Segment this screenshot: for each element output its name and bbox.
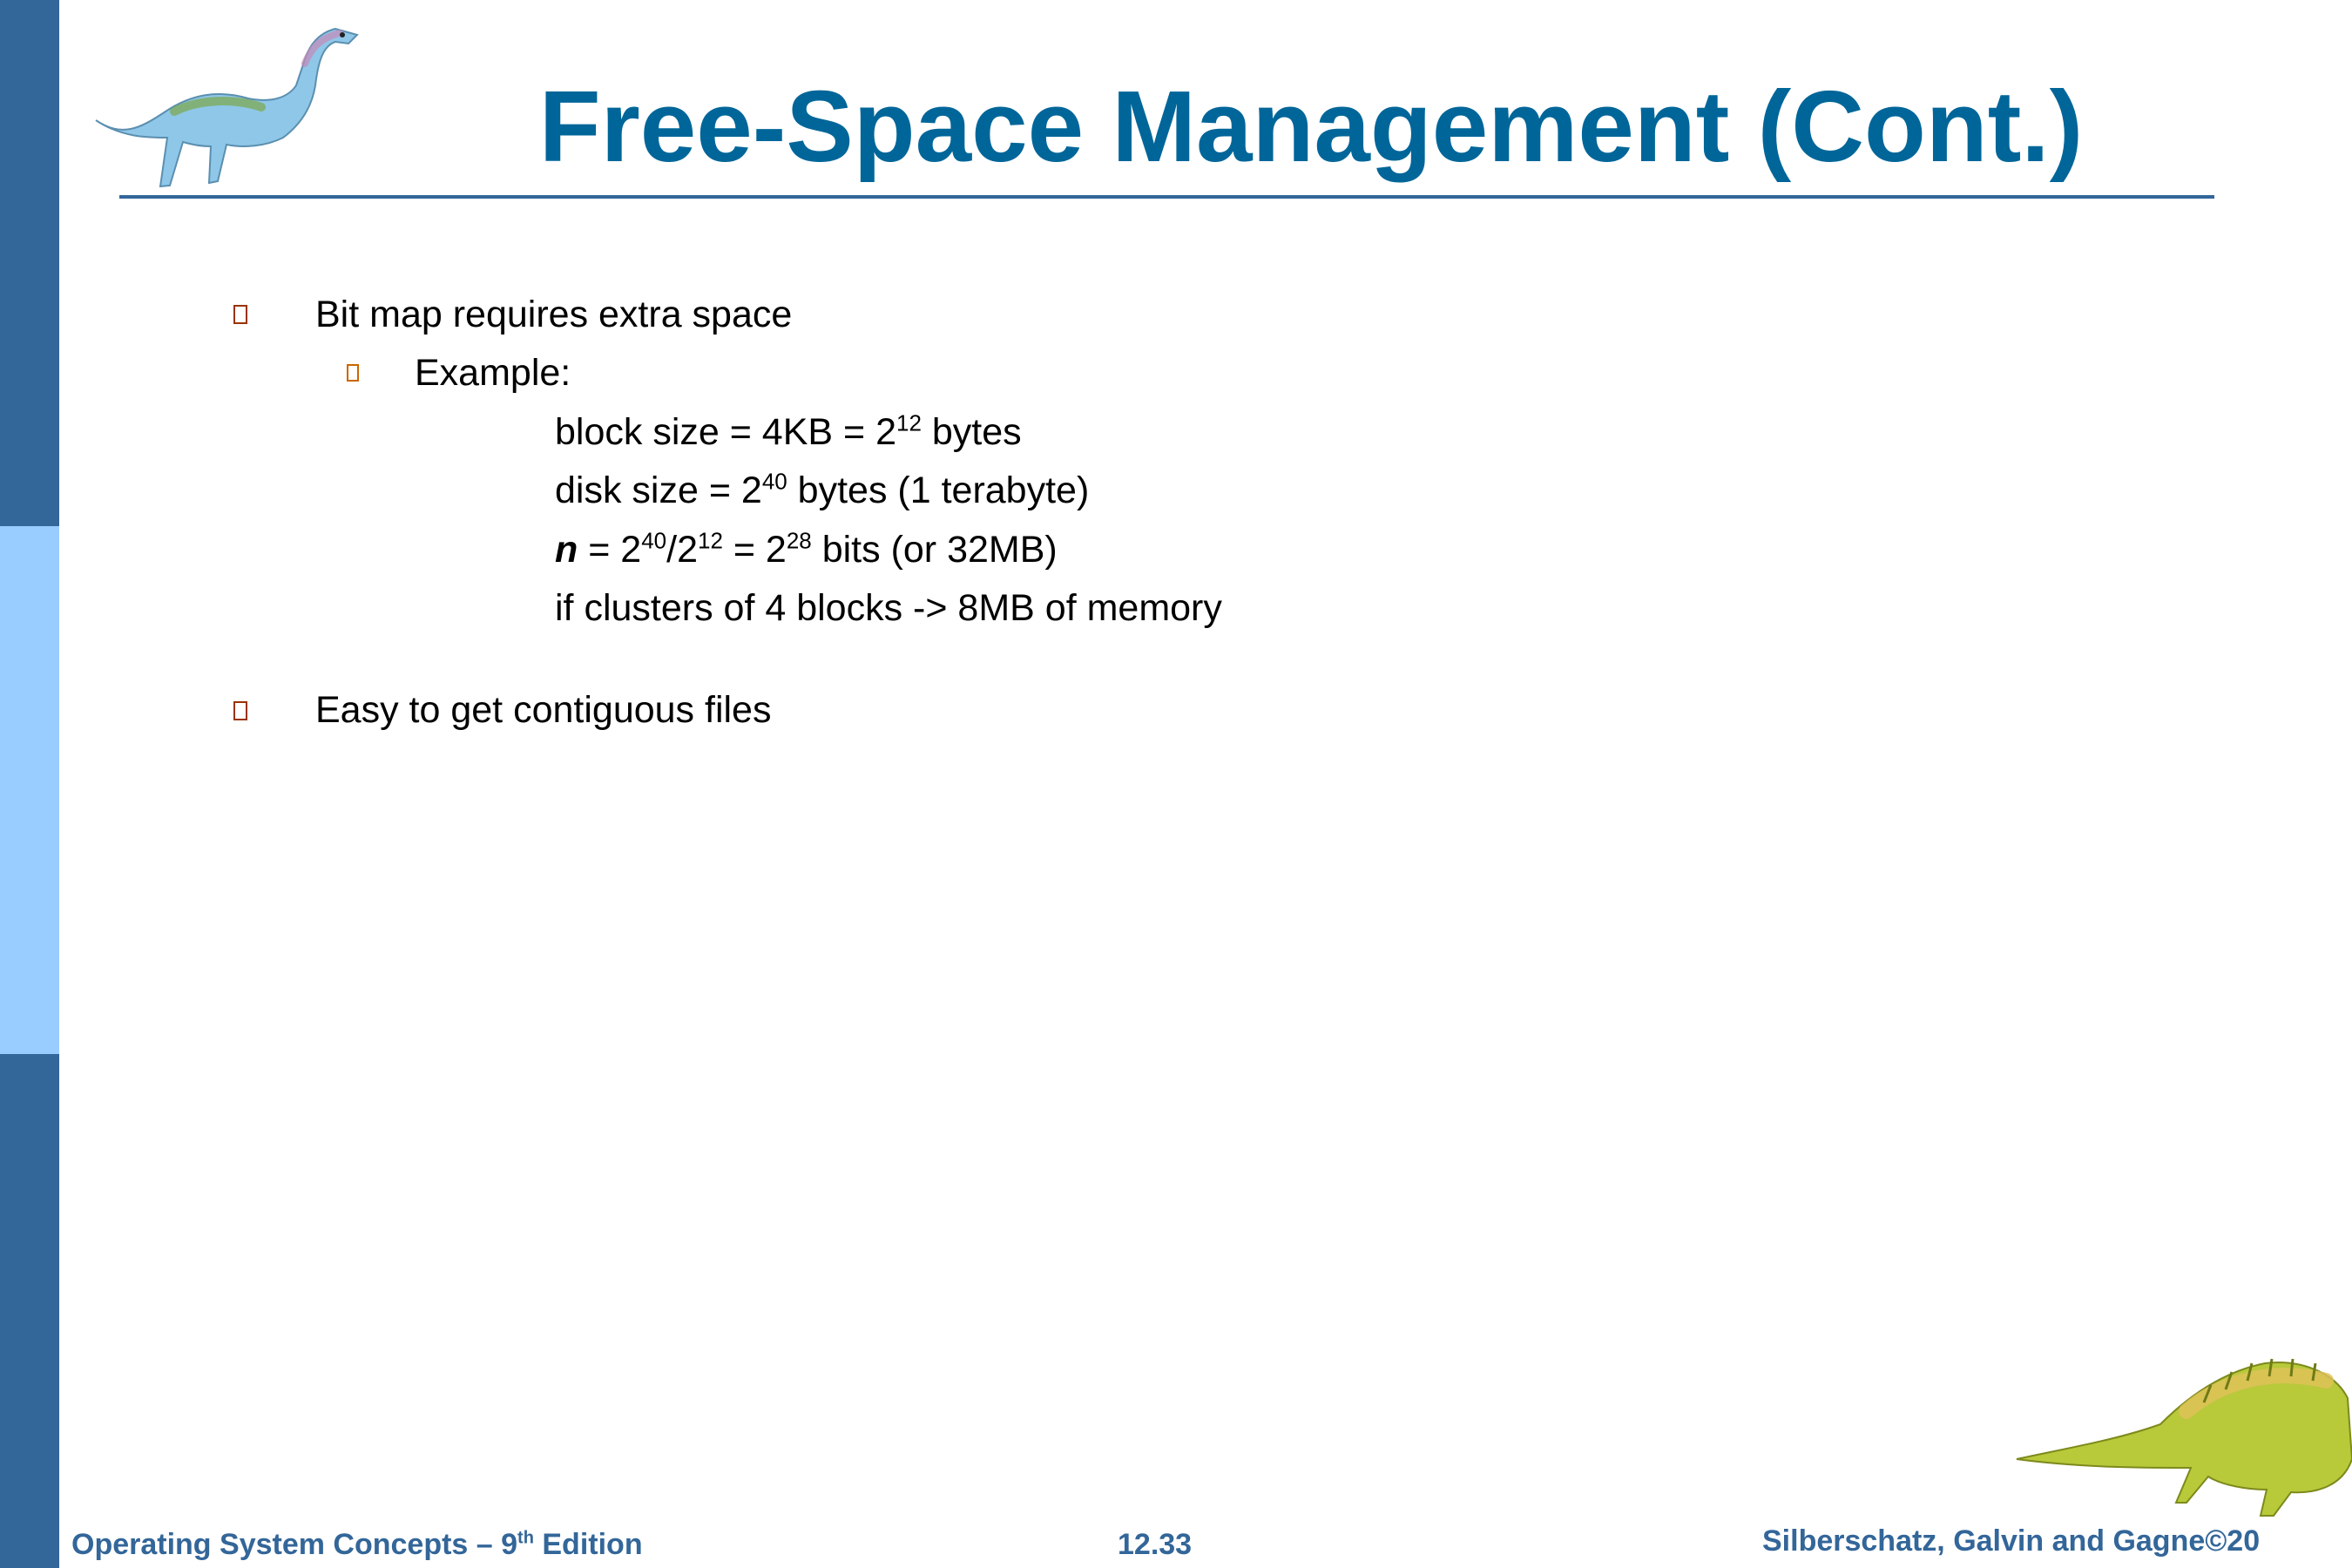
exponent: 28 bbox=[786, 527, 812, 554]
dinosaur-bottom-illustration bbox=[2016, 1358, 2352, 1517]
example-line-clusters: if clusters of 4 blocks -> 8MB of memory bbox=[555, 587, 1222, 629]
example-text: = 2 bbox=[722, 529, 787, 571]
sidebar-band-bottom bbox=[0, 1054, 59, 1568]
footer-book-title: Operating System Concepts – 9th Edition bbox=[71, 1528, 643, 1562]
example-line-disk-size: disk size = 240 bytes (1 terabyte) bbox=[555, 469, 1089, 514]
slide-title: Free-Space Management (Cont.) bbox=[538, 70, 2084, 183]
example-line-block-size: block size = 4KB = 212 bytes bbox=[555, 410, 1022, 456]
exponent: 12 bbox=[698, 527, 723, 554]
sub-bullet-marker bbox=[347, 364, 359, 382]
bullet-item: Bit map requires extra space bbox=[315, 294, 793, 335]
example-text: bytes bbox=[921, 411, 1022, 453]
bullet-item: Easy to get contiguous files bbox=[315, 689, 772, 731]
sidebar-band-middle bbox=[0, 526, 59, 1054]
footer-page-number: 12.33 bbox=[1118, 1528, 1193, 1561]
example-text: /2 bbox=[666, 529, 698, 571]
example-text: bytes (1 terabyte) bbox=[787, 470, 1090, 511]
example-text: disk size = 2 bbox=[555, 470, 762, 511]
sidebar-band-top bbox=[0, 0, 59, 526]
exponent: 12 bbox=[896, 409, 922, 436]
left-sidebar bbox=[0, 0, 59, 1568]
bullet-marker bbox=[233, 305, 247, 324]
footer-text: Edition bbox=[533, 1528, 643, 1561]
dinosaur-top-illustration bbox=[95, 27, 359, 188]
example-text: = 2 bbox=[578, 529, 642, 571]
footer-text: Operating System Concepts – 9 bbox=[71, 1528, 518, 1561]
sub-bullet-item: Example: bbox=[415, 352, 571, 394]
footer-authors: Silberschatz, Galvin and Gagne©20 bbox=[1762, 1524, 2261, 1558]
footer-superscript: th bbox=[517, 1528, 534, 1548]
example-text: block size = 4KB = 2 bbox=[555, 411, 896, 453]
exponent: 40 bbox=[641, 527, 667, 554]
bullet-marker bbox=[233, 701, 247, 720]
variable-n: n bbox=[555, 529, 578, 571]
title-underline bbox=[119, 195, 2214, 199]
example-line-n: n = 240/212 = 228 bits (or 32MB) bbox=[555, 528, 1058, 573]
example-text: bits (or 32MB) bbox=[811, 529, 1058, 571]
exponent: 40 bbox=[761, 468, 787, 495]
